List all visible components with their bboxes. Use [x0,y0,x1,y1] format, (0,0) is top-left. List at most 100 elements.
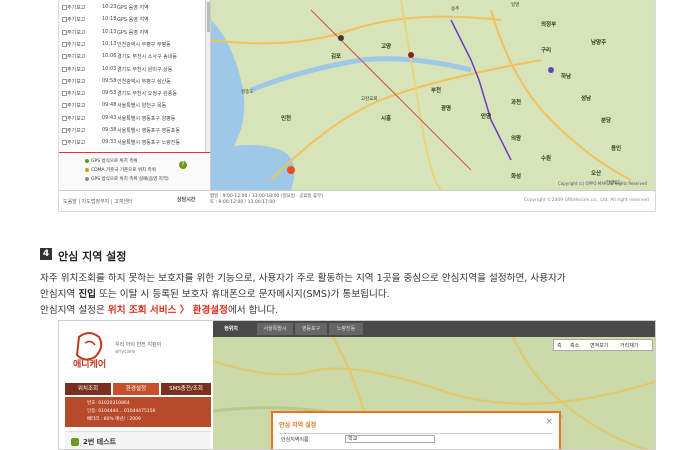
map-place-label: 과천 [511,100,522,106]
zone-name-row: 안심지역이름 학교 [279,433,553,443]
log-row[interactable]: 주기보고 09:33 서울특별시 영등포구 노량진동 [59,138,205,148]
map-place-label: 김포 [331,54,342,60]
report-time: 10:06 [102,53,117,60]
report-address: GPS 음영 지역 [117,29,149,36]
report-time: 09:53 [102,90,117,97]
safe-zone-dialog: 안심 지역 설정 × 안심지역이름 학교 [271,411,561,449]
log-row[interactable]: 주기보고 10:18 GPS 음영 지역 [59,15,205,25]
report-type: 주기보고 [67,78,86,85]
report-time: 09:33 [102,139,117,146]
tool-1[interactable]: 측 [557,342,562,349]
device-list-item[interactable]: 2번 테스트 [65,431,211,449]
brand-en: anycare [115,349,136,355]
map-place-label: 분당 [601,118,612,124]
map-watermark: Copyright (c) OPPO MAP. All Rights Reser… [557,181,647,186]
map-place-label: 고잔교회 [361,97,378,102]
map-tab-city[interactable]: 서울특별시 [257,323,293,335]
settings-map[interactable]: 현위치 서울특별시 영등포구 노량진동 측 축소 면적보기 거리재기 안심 지역… [213,321,655,449]
log-row[interactable]: 주기보고 09:48 서울특별시 양천구 목동 [59,101,205,111]
history-screenshot: 주기보고 10:23 GPS 음영 지역 주기보고 10:18 GPS 음영 지역 주기보고… [58,0,656,212]
log-row[interactable]: 주기보고 09:58 인천광역시 부평구 삼산동 [59,77,205,87]
log-row[interactable]: 주기보고 09:43 서울특별시 영등포구 양평동 [59,114,205,124]
settings-screenshot: 애니케어 우리 아이 안전 지킴이 anycare 위치조회 환경설정 SMS충… [58,320,656,450]
report-address: 서울특별시 영등포구 영등포동 [117,128,180,134]
report-type: 주기보고 [67,103,86,110]
description-line-3: 안심지역 설정은 위치 조회 서비스 〉 환경설정에서 합니다. [40,305,279,316]
app-sidebar: 애니케어 우리 아이 안전 지킴이 anycare 위치조회 환경설정 SMS충… [59,321,213,449]
check-icon [71,438,79,446]
report-type: 주기보고 [67,66,86,73]
legend-cdma: CDMA 기준국 기준으로 위치 측위 [85,167,156,173]
report-type: 주기보고 [67,29,86,36]
dialog-title: 안심 지역 설정 [279,422,317,429]
report-time: 09:48 [102,102,117,109]
tool-zoom-out[interactable]: 축소 [570,342,579,349]
map-place-label: 안양 [481,114,492,120]
map-place-label: 인천 [281,116,292,122]
report-type: 주기보고 [67,128,86,134]
brand-area: 애니케어 우리 아이 안전 지킴이 anycare [65,327,207,375]
settings-path: 위치 조회 서비스 〉 환경설정 [107,305,228,316]
copyright: Copyright ©2009 GRtelecom.co., Ltd. All … [523,198,649,203]
map-tab-dong[interactable]: 노량진동 [329,323,363,335]
map-place-label: 수원 [541,156,552,162]
device-info-card: 번호: 01020310864 인증: 0104444... 010444751… [65,397,211,427]
report-time: 10:13 [102,40,117,47]
help-icon[interactable]: ? [179,161,187,169]
map-place-label: 남양주 [591,40,607,46]
tool-area[interactable]: 면적보기 [590,342,608,349]
zone-name-input[interactable]: 학교 [345,435,435,443]
map-place-label: 성남 [581,96,592,102]
report-address: 서울특별시 영등포구 노량진동 [117,140,180,147]
log-legend: GPS 방식으로 위치 측위 CDMA 기준국 기준으로 위치 측위 GPS 방… [59,152,211,190]
map-place-label: 오산 [591,171,602,177]
report-type: 주기보고 [67,17,86,24]
log-row[interactable]: 주기보고 10:23 GPS 음영 지역 [59,3,205,13]
sidebar-tabs: 위치조회 환경설정 SMS충전/조회 [65,383,211,395]
report-address: 인천광역시 부평구 부평동 [117,41,171,48]
report-address: 경기도 부천시 오정구 원종동 [117,91,177,98]
log-row[interactable]: 주기보고 10:13 인천광역시 부평구 부평동 [59,40,205,50]
route-map[interactable]: 송추 일영 의정부 고양 구리 남양주 하남 김포 부천 광명 시흥 안양 과천 성남 분당 의왕 수원 용인 오산… [211,0,655,190]
map-toolbar: 현위치 서울특별시 영등포구 노량진동 [213,321,655,337]
report-time: 09:58 [102,77,117,84]
report-address: GPS 음영 지역 [117,17,149,24]
service-hours: 평일 : 9:00-12:00 / 13:00-18:00 (일요일 · 공휴일… [210,194,324,205]
footer-links[interactable]: 도움말 | 자도법정부지 | 고객센터 [63,198,133,205]
report-address: 인천광역시 부평구 삼산동 [117,78,171,85]
legend-gps-failed: GPS 방식으로 위치 측위 실패(음영 지역) [85,176,169,182]
map-tab-current[interactable]: 현위치 [217,323,245,335]
description-line-1: 자주 위치조회를 하지 못하는 보호자를 위한 기능으로, 사용자가 주로 활동… [40,273,566,284]
report-time: 10:23 [102,4,117,10]
map-place-label: 고양 [381,44,392,50]
page-footer: 도움말 | 자도법정부지 | 고객센터 상담시간 평일 : 9:00-12:00… [59,190,655,211]
tool-distance[interactable]: 거리재기 [620,342,638,349]
tab-sms[interactable]: SMS충전/조회 [161,383,211,395]
log-row[interactable]: 주기보고 09:53 경기도 부천시 오정구 원종동 [59,89,205,99]
log-row[interactable]: 주기보고 10:13 GPS 음영 지역 [59,28,205,38]
map-tab-district[interactable]: 영등포구 [295,323,327,335]
log-row[interactable]: 주기보고 10:03 경기도 부천시 원미구 상동 [59,65,205,75]
map-place-label: 화성 [511,174,522,180]
close-icon[interactable]: × [545,417,553,427]
log-row[interactable]: 주기보고 09:38 서울특별시 영등포구 영등포동 [59,126,205,136]
report-type: 주기보고 [67,5,86,11]
device-battery: 배터리 : 80% 매년/ : 2009 [87,417,141,422]
device-auth: 인증: 0104444... 01044475156 [87,409,156,414]
legend-gps: GPS 방식으로 위치 측위 [85,158,137,164]
report-time: 10:13 [102,28,117,35]
tab-location[interactable]: 위치조회 [65,383,111,395]
log-row[interactable]: 주기보고 10:06 경기도 부천시 소사구 송내동 [59,52,205,62]
map-place-label: 영종도 [241,90,254,95]
report-type: 주기보고 [67,91,86,98]
location-log-list: 주기보고 10:23 GPS 음영 지역 주기보고 10:18 GPS 음영 지역 주기보고… [59,0,211,152]
map-place-label: 송추 [451,7,460,12]
tab-settings[interactable]: 환경설정 [113,383,159,395]
report-type: 주기보고 [67,54,86,61]
map-place-label: 하남 [561,74,572,80]
zone-name-label: 안심지역이름 [281,437,309,443]
map-tools: 측 축소 면적보기 거리재기 [553,339,653,351]
report-type: 주기보고 [67,41,86,48]
brand-subtitle: 우리 아이 안전 지킴이 [115,342,162,348]
map-place-label: 의정부 [541,22,557,28]
